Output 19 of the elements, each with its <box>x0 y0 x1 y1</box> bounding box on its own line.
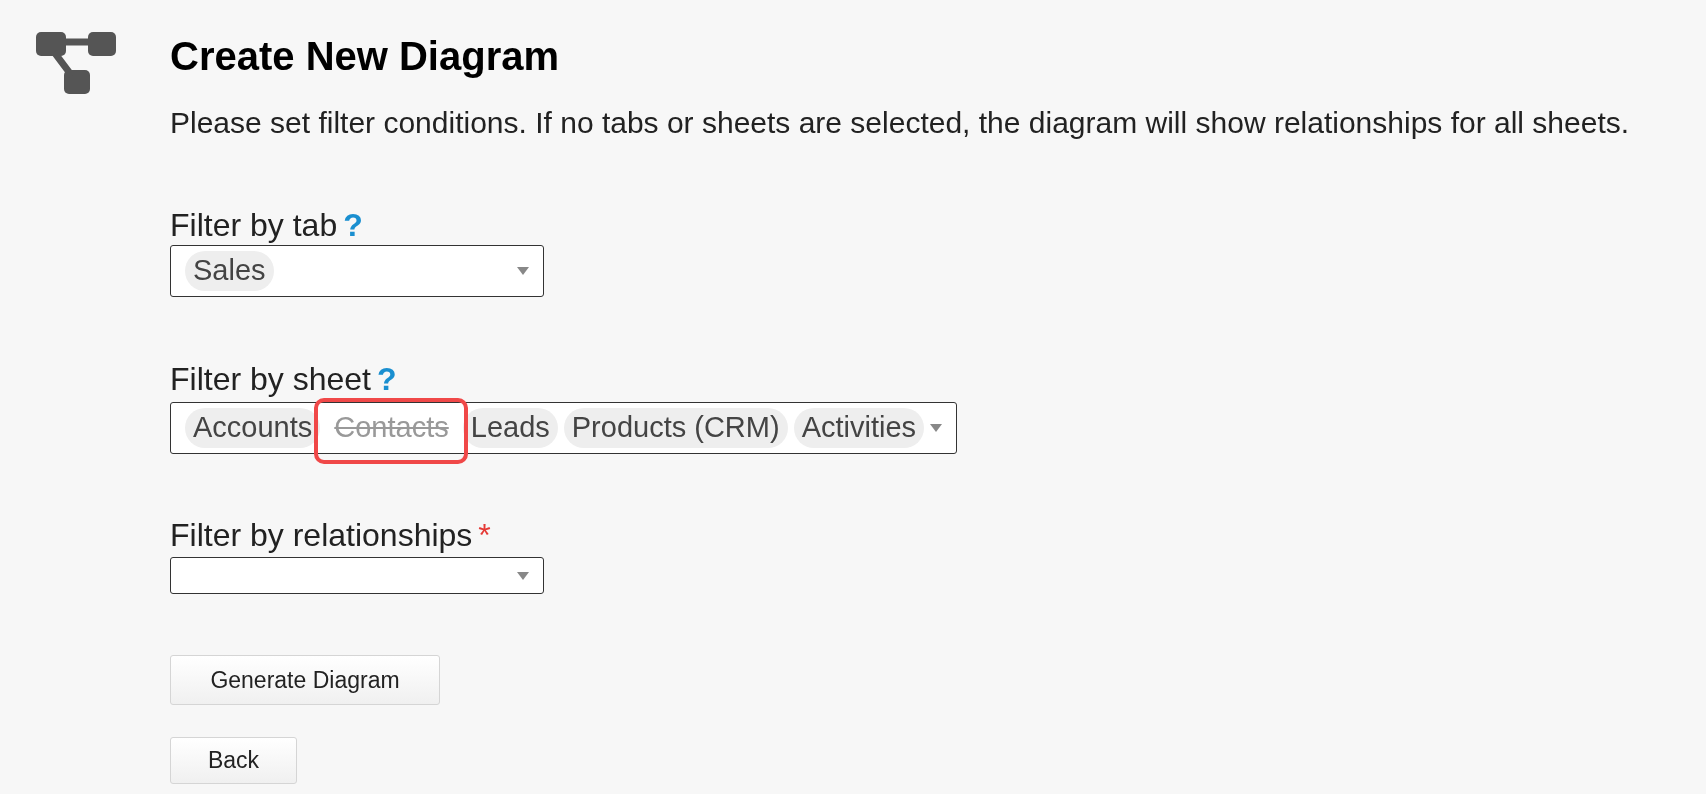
field-label: Filter by tab <box>170 207 338 243</box>
selected-tag[interactable]: Products (CRM) <box>563 408 788 448</box>
select-field[interactable] <box>170 557 544 594</box>
action-button[interactable]: Back <box>170 737 297 784</box>
select-field[interactable]: Accounts Contacts Leads Products (CRM) Activities <box>170 402 958 454</box>
required-mark: * <box>478 517 491 553</box>
caret-icon <box>930 424 943 432</box>
description-text: Please set filter conditions. If no tabs or sheets are selected, the diagram will show relationships for all sheets. <box>170 105 1630 141</box>
action-button[interactable]: Generate Diagram <box>170 655 440 705</box>
field-label: Filter by sheet <box>170 361 371 397</box>
caret-icon <box>517 267 529 275</box>
selected-tag[interactable]: Activities <box>793 408 925 448</box>
selected-tag[interactable]: Accounts <box>185 408 321 448</box>
field-label: Filter by relationships <box>170 517 473 553</box>
diagram-icon <box>36 32 116 94</box>
selected-tag[interactable]: Sales <box>185 251 274 291</box>
page-title: Create New Diagram <box>170 33 560 80</box>
caret-icon <box>517 571 529 580</box>
select-field[interactable]: Sales <box>170 245 544 297</box>
